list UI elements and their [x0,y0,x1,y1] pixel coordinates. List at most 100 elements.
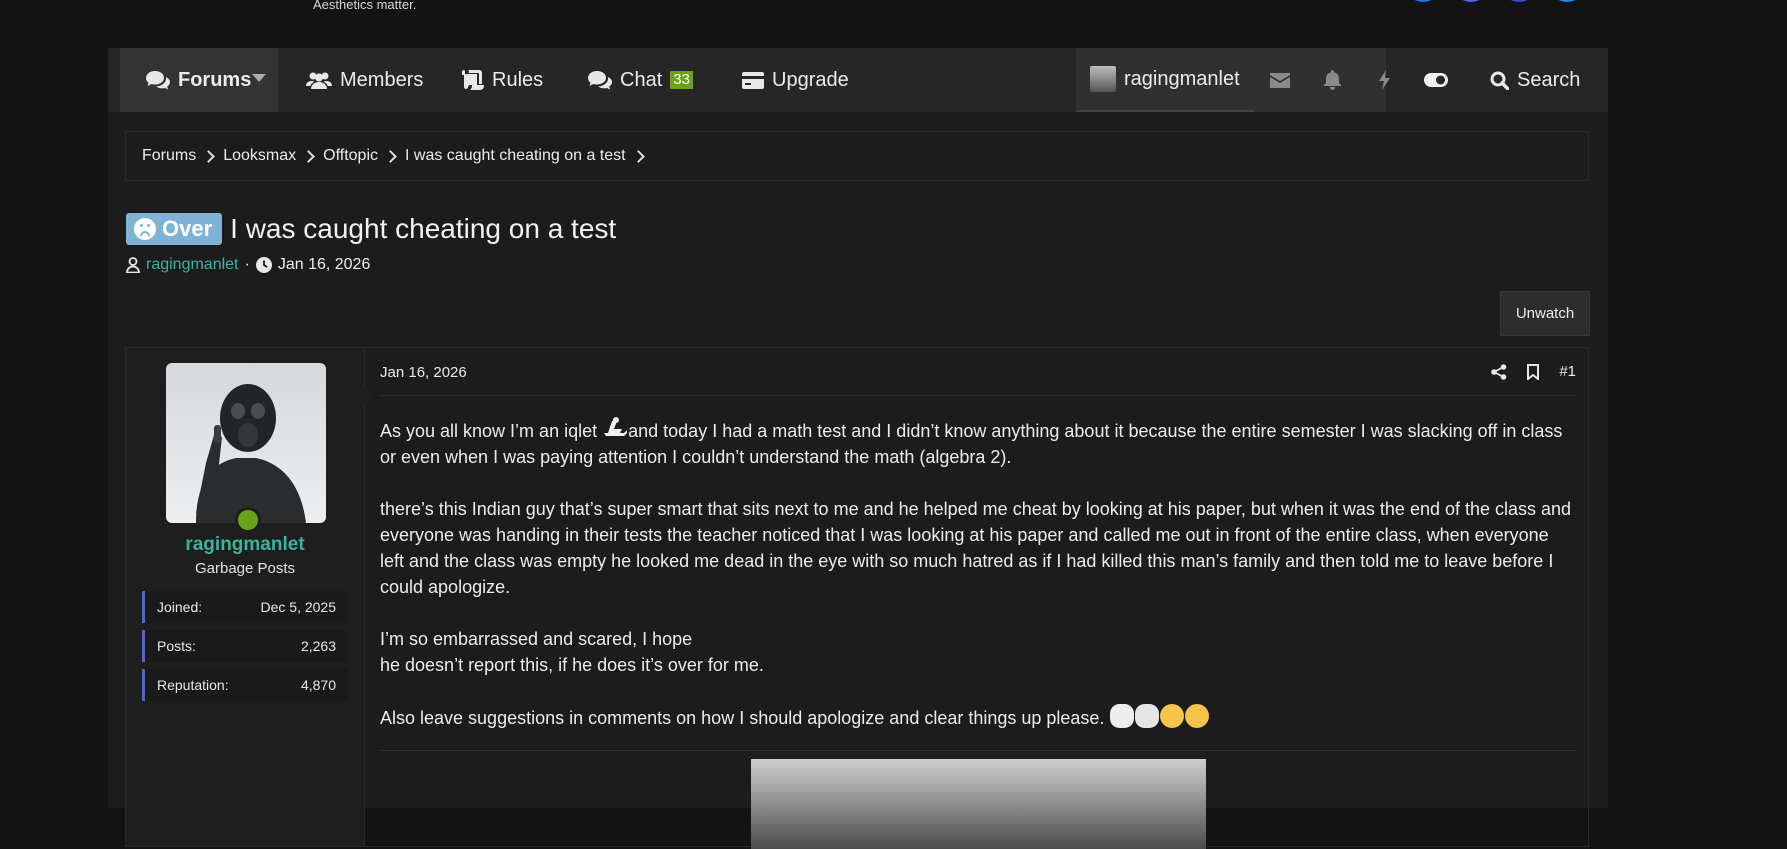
breadcrumb: Forums Looksmax Offtopic I was caught ch… [125,131,1589,181]
bookmark-icon[interactable] [1527,363,1540,380]
worried-face-emoji-icon [1160,704,1185,728]
site-tagline: Aesthetics matter. [313,0,417,12]
clock-icon [255,257,272,273]
nav-chat[interactable]: Chat 33 [588,48,693,112]
breadcrumb-label[interactable]: Offtopic [323,147,378,165]
chevron-right-icon [631,149,645,163]
breadcrumb-label[interactable]: Forums [142,147,196,165]
thread-meta: ragingmanlet · Jan 16, 2026 [126,256,370,274]
search-icon [1490,71,1509,90]
nav-forums-label: Forums [178,68,252,91]
nav-upgrade[interactable]: Upgrade [742,48,849,112]
thread-header: Over I was caught cheating on a test [126,213,616,245]
post-text: Also leave suggestions in comments on ho… [380,708,1105,728]
post-paragraph: there’s this Indian guy that’s super sma… [380,499,1572,597]
social-icon[interactable] [1405,0,1441,2]
nav-username: ragingmanlet [1124,67,1240,90]
divider [380,395,1576,396]
nav-members-label: Members [340,68,424,91]
page-wrapper: Forums Members Rules Chat 33 Upgrade rag… [108,48,1608,849]
avatar [1090,66,1116,92]
scroll-icon [462,70,484,90]
breadcrumb-item[interactable]: Offtopic [323,147,405,165]
credit-card-icon [742,71,764,89]
stat-label: Posts: [157,638,196,654]
social-icons[interactable] [1405,0,1585,2]
comments-icon [146,71,170,90]
user-stat-reputation: Reputation: 4,870 [142,669,348,701]
nav-chat-label: Chat [620,68,663,91]
nav-search-label: Search [1517,68,1581,91]
post-paragraph: As you all know I’m an iqlet and today I… [380,417,1576,470]
avatar[interactable] [166,363,326,523]
breadcrumb-label[interactable]: I was caught cheating on a test [405,147,626,165]
online-status-indicator [235,507,261,533]
user-title: Garbage Posts [194,560,296,577]
thread-prefix-label: Over [162,216,213,241]
social-icon[interactable] [1453,0,1489,2]
sad-face-icon [134,218,156,240]
whats-new-button[interactable] [1358,48,1410,112]
nav-search[interactable]: Search [1490,48,1580,112]
meta-separator: · [244,256,250,273]
post-text: As you all know I’m an iqlet [380,421,598,441]
breadcrumb-item[interactable]: Forums [142,147,223,165]
nav-rules[interactable]: Rules [462,48,543,112]
divider [380,750,1576,751]
thread-author-link[interactable]: ragingmanlet [146,256,239,274]
nav-forums[interactable]: Forums [120,48,278,112]
post-user-column: ragingmanlet Garbage Posts Joined: Dec 5… [126,348,365,846]
envelope-icon [1270,72,1290,88]
post-number[interactable]: #1 [1559,363,1576,380]
page-title: I was caught cheating on a test [230,213,617,244]
chevron-down-icon[interactable] [252,74,266,82]
nav-members[interactable]: Members [306,48,423,112]
gasmask-figure-icon [196,384,306,523]
user-stat-posts: Posts: 2,263 [142,630,348,662]
worried-face-emoji-icon [1185,704,1210,728]
stat-label: Reputation: [157,677,229,693]
unwatch-button[interactable]: Unwatch [1500,291,1590,336]
breadcrumb-item[interactable]: I was caught cheating on a test [405,147,653,165]
breadcrumb-label[interactable]: Looksmax [223,147,296,165]
post-actions: #1 [1491,363,1576,380]
post-attached-image[interactable] [751,759,1206,849]
chevron-right-icon [384,149,397,163]
post-date[interactable]: Jan 16, 2026 [380,364,467,381]
post: ragingmanlet Garbage Posts Joined: Dec 5… [125,347,1589,849]
thread-date[interactable]: Jan 16, 2026 [278,256,371,274]
post-body: As you all know I’m an iqlet and today I… [380,417,1576,757]
inbox-button[interactable] [1254,48,1306,112]
nav-account[interactable]: ragingmanlet [1076,48,1254,112]
toggle-icon [1424,73,1448,87]
main-navbar: Forums Members Rules Chat 33 Upgrade rag… [108,48,1608,112]
share-icon[interactable] [1491,363,1507,380]
bolt-icon [1378,70,1390,90]
bell-icon [1323,70,1341,90]
social-icon[interactable] [1501,0,1537,2]
user-stat-joined: Joined: Dec 5, 2025 [142,591,348,623]
social-icon[interactable] [1549,0,1585,2]
post-text: he doesn’t report this, if he does it’s … [380,655,764,675]
post-username[interactable]: ragingmanlet [126,534,364,556]
stat-value: Dec 5, 2025 [260,599,337,615]
stat-label: Joined: [157,599,203,615]
users-icon [306,72,332,89]
alerts-button[interactable] [1306,48,1358,112]
stat-value[interactable]: 2,263 [301,638,336,654]
stat-value: 4,870 [300,677,336,693]
post-paragraph: Also leave suggestions in comments on ho… [380,704,1576,731]
nav-upgrade-label: Upgrade [772,68,849,91]
chat-icon [588,71,612,90]
breadcrumb-item[interactable]: Looksmax [223,147,323,165]
user-icon [126,257,140,273]
post-arrow [364,386,374,406]
thread-prefix-badge[interactable]: Over [126,213,223,245]
skull-emoji-icon [1135,704,1160,728]
style-toggle-button[interactable] [1410,48,1462,112]
post-text: I’m so embarrassed and scared, I hope [380,629,693,649]
chevron-right-icon [302,149,316,163]
chevron-right-icon [202,149,216,163]
post-paragraph: I’m so embarrassed and scared, I hope he … [380,626,1576,678]
skull-emoji-icon [1110,704,1135,728]
